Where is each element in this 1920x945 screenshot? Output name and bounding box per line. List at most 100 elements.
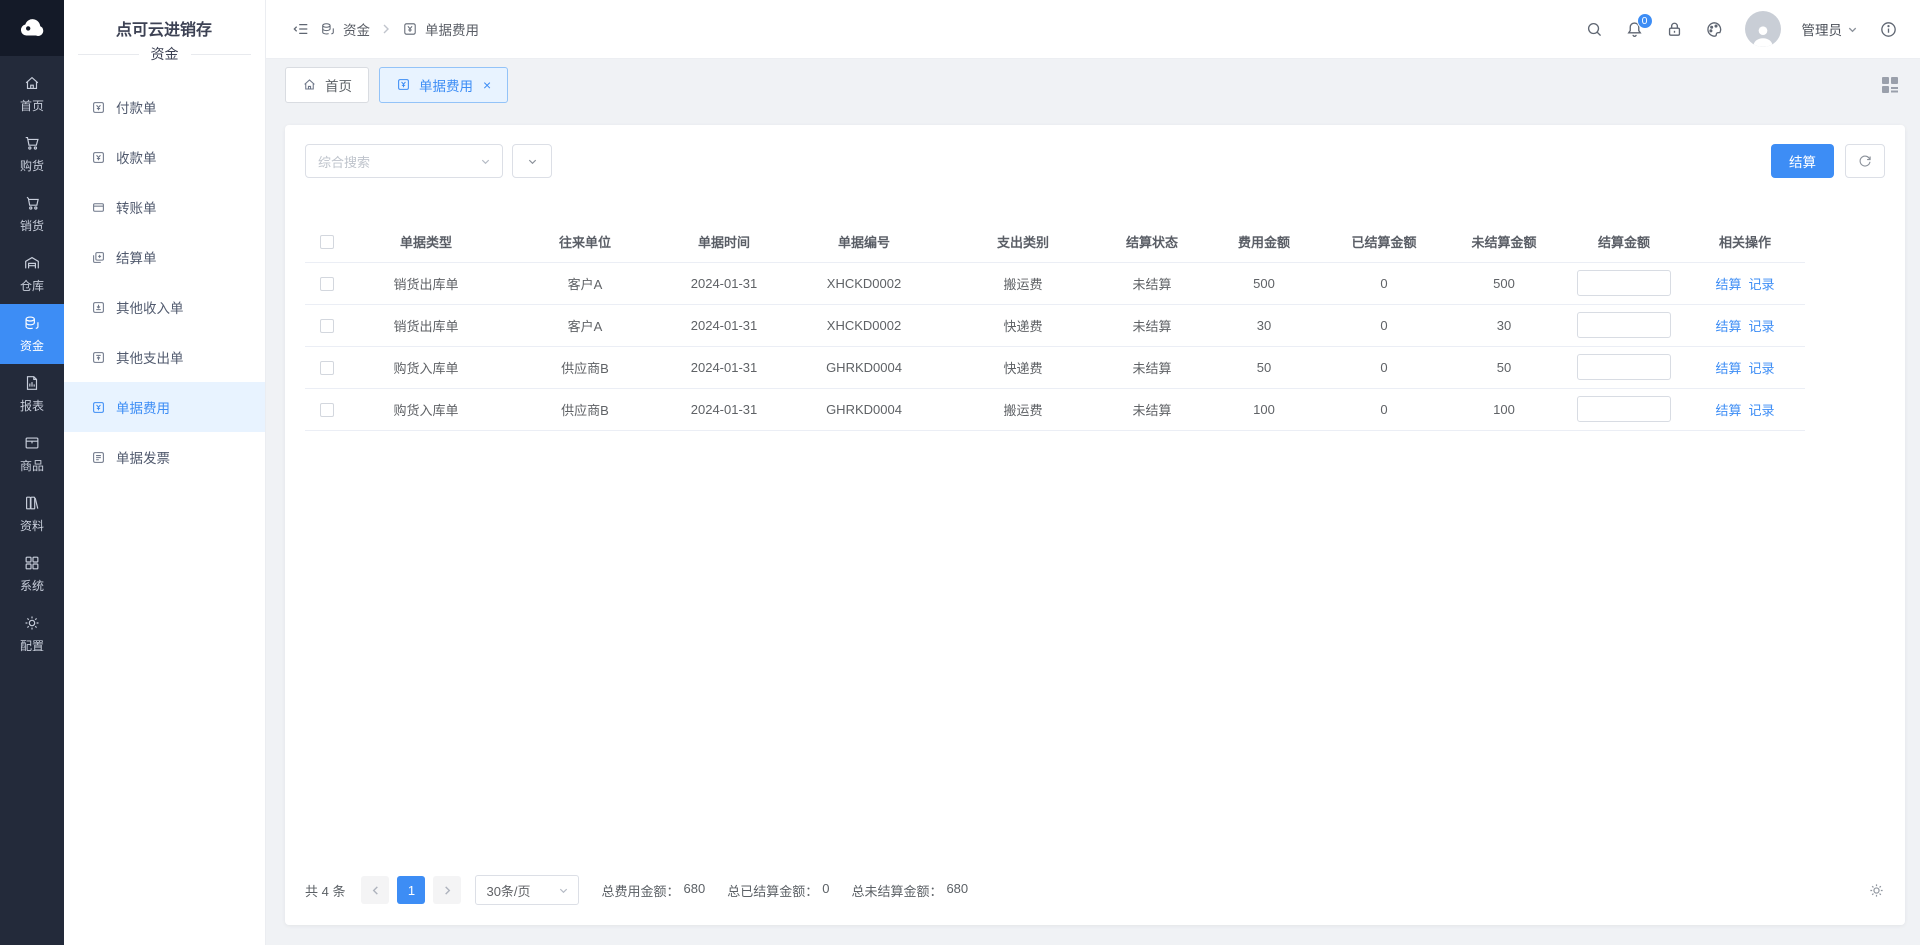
submenu-item-transfer-order[interactable]: 转账单 bbox=[64, 182, 265, 232]
tab-home[interactable]: 首页 bbox=[285, 67, 369, 103]
theme-palette-icon[interactable] bbox=[1705, 20, 1724, 39]
expense-table: 单据类型 往来单位 单据时间 单据编号 支出类别 结算状态 费用金额 已结算金额… bbox=[305, 221, 1885, 431]
sidebar-item-warehouse[interactable]: 仓库 bbox=[0, 244, 64, 304]
user-menu[interactable]: 管理员 bbox=[1802, 19, 1859, 39]
cell-doc-type: 销货出库单 bbox=[349, 304, 503, 346]
submenu-item-label: 付款单 bbox=[116, 97, 157, 117]
settle-amount-input[interactable] bbox=[1577, 312, 1671, 338]
archive-icon bbox=[23, 494, 41, 512]
sidebar-item-label: 首页 bbox=[20, 97, 44, 114]
row-checkbox[interactable] bbox=[320, 319, 334, 333]
sidebar-item-label: 系统 bbox=[20, 577, 44, 594]
submenu-item-bill-invoice[interactable]: 单据发票 bbox=[64, 432, 265, 482]
settle-amount-input[interactable] bbox=[1577, 354, 1671, 380]
lock-icon[interactable] bbox=[1665, 20, 1684, 39]
submenu-item-bill-expense[interactable]: 单据费用 bbox=[64, 382, 265, 432]
search-options-dropdown[interactable] bbox=[512, 144, 552, 178]
home-icon bbox=[302, 77, 317, 92]
settle-amount-input[interactable] bbox=[1577, 396, 1671, 422]
page-size-select[interactable]: 30条/页 bbox=[475, 875, 579, 905]
prev-page-button[interactable] bbox=[361, 876, 389, 904]
breadcrumb: 资金 单据费用 bbox=[292, 19, 479, 39]
column-header: 往来单位 bbox=[503, 221, 667, 262]
row-checkbox[interactable] bbox=[320, 277, 334, 291]
settle-link[interactable]: 结算 bbox=[1715, 319, 1741, 334]
sidebar-item-label: 仓库 bbox=[20, 277, 44, 294]
table-footer: 共 4 条 1 30条/页 总费用金额：680 总已结算金额：0 bbox=[305, 863, 1885, 925]
app-title: 点可云进销存 bbox=[116, 16, 212, 40]
search-icon[interactable] bbox=[1585, 20, 1604, 39]
column-header: 结算状态 bbox=[1099, 221, 1205, 262]
next-page-button[interactable] bbox=[433, 876, 461, 904]
collapse-menu-icon[interactable] bbox=[292, 20, 310, 38]
sidebar-item-reports[interactable]: 报表 bbox=[0, 364, 64, 424]
page-number-button[interactable]: 1 bbox=[397, 876, 425, 904]
settle-link[interactable]: 结算 bbox=[1715, 403, 1741, 418]
row-checkbox[interactable] bbox=[320, 361, 334, 375]
submenu-item-other-income-order[interactable]: 其他收入单 bbox=[64, 282, 265, 332]
sidebar-item-funds[interactable]: 资金 bbox=[0, 304, 64, 364]
record-link[interactable]: 记录 bbox=[1749, 361, 1775, 376]
settle-button[interactable]: 结算 bbox=[1771, 144, 1834, 178]
payment-doc-icon bbox=[91, 100, 106, 115]
settle-link[interactable]: 结算 bbox=[1715, 277, 1741, 292]
bill-doc-icon bbox=[396, 77, 411, 92]
home-icon bbox=[23, 74, 41, 92]
settle-amount-input[interactable] bbox=[1577, 270, 1671, 296]
submenu-item-settlement-order[interactable]: 结算单 bbox=[64, 232, 265, 282]
cell-doc-type: 购货入库单 bbox=[349, 346, 503, 388]
cell-unsettled: 50 bbox=[1445, 346, 1563, 388]
tab-label: 单据费用 bbox=[419, 75, 473, 95]
breadcrumb-label: 单据费用 bbox=[425, 19, 479, 39]
table-settings-gear-icon[interactable] bbox=[1868, 882, 1885, 899]
sidebar-item-home[interactable]: 首页 bbox=[0, 64, 64, 124]
submenu-section-title: 资金 bbox=[64, 44, 265, 64]
sidebar-item-config[interactable]: 配置 bbox=[0, 604, 64, 664]
submenu-item-other-expense-order[interactable]: 其他支出单 bbox=[64, 332, 265, 382]
close-tab-icon[interactable]: × bbox=[483, 78, 491, 92]
submenu-item-receipt-order[interactable]: 收款单 bbox=[64, 132, 265, 182]
record-link[interactable]: 记录 bbox=[1749, 277, 1775, 292]
breadcrumb-item-funds[interactable]: 资金 bbox=[320, 19, 370, 39]
table-header-row: 单据类型 往来单位 单据时间 单据编号 支出类别 结算状态 费用金额 已结算金额… bbox=[305, 221, 1805, 262]
cell-settled: 0 bbox=[1323, 346, 1445, 388]
record-link[interactable]: 记录 bbox=[1749, 319, 1775, 334]
sidebar-item-goods[interactable]: 商品 bbox=[0, 424, 64, 484]
settle-link[interactable]: 结算 bbox=[1715, 361, 1741, 376]
header-actions: 0 管理员 bbox=[1585, 11, 1899, 47]
record-link[interactable]: 记录 bbox=[1749, 403, 1775, 418]
row-checkbox[interactable] bbox=[320, 403, 334, 417]
chevron-down-icon bbox=[480, 156, 491, 167]
column-header: 费用金额 bbox=[1205, 221, 1323, 262]
sidebar-item-system[interactable]: 系统 bbox=[0, 544, 64, 604]
tab-overview-grid-icon[interactable] bbox=[1879, 74, 1901, 96]
app-logo[interactable] bbox=[0, 0, 64, 56]
report-icon bbox=[23, 374, 41, 392]
warehouse-icon bbox=[23, 254, 41, 272]
cell-settled: 0 bbox=[1323, 388, 1445, 430]
system-grid-icon bbox=[23, 554, 41, 572]
search-select[interactable]: 综合搜索 bbox=[305, 144, 503, 178]
info-icon[interactable] bbox=[1879, 20, 1898, 39]
sidebar-item-sales[interactable]: 销货 bbox=[0, 184, 64, 244]
sidebar-item-data[interactable]: 资料 bbox=[0, 484, 64, 544]
chevron-down-icon bbox=[1847, 24, 1858, 35]
notifications-button[interactable]: 0 bbox=[1625, 20, 1644, 39]
avatar[interactable] bbox=[1745, 11, 1781, 47]
cell-actions: 结算记录 bbox=[1685, 262, 1805, 304]
search-placeholder: 综合搜索 bbox=[318, 152, 370, 171]
tab-bill-expense[interactable]: 单据费用 × bbox=[379, 67, 508, 103]
tab-bar: 首页 单据费用 × bbox=[266, 59, 1920, 110]
submenu-item-payment-order[interactable]: 付款单 bbox=[64, 82, 265, 132]
breadcrumb-item-bill-expense[interactable]: 单据费用 bbox=[402, 19, 479, 39]
sidebar-item-label: 资金 bbox=[20, 337, 44, 354]
sidebar-item-purchase[interactable]: 购货 bbox=[0, 124, 64, 184]
refresh-button[interactable] bbox=[1845, 144, 1885, 178]
total-unsettled-value: 680 bbox=[946, 881, 968, 900]
select-all-checkbox[interactable] bbox=[320, 235, 334, 249]
cell-settle-input bbox=[1563, 304, 1685, 346]
cell-status: 未结算 bbox=[1099, 304, 1205, 346]
cell-unsettled: 100 bbox=[1445, 388, 1563, 430]
submenu-item-label: 单据费用 bbox=[116, 397, 170, 417]
sidebar-item-label: 销货 bbox=[20, 217, 44, 234]
